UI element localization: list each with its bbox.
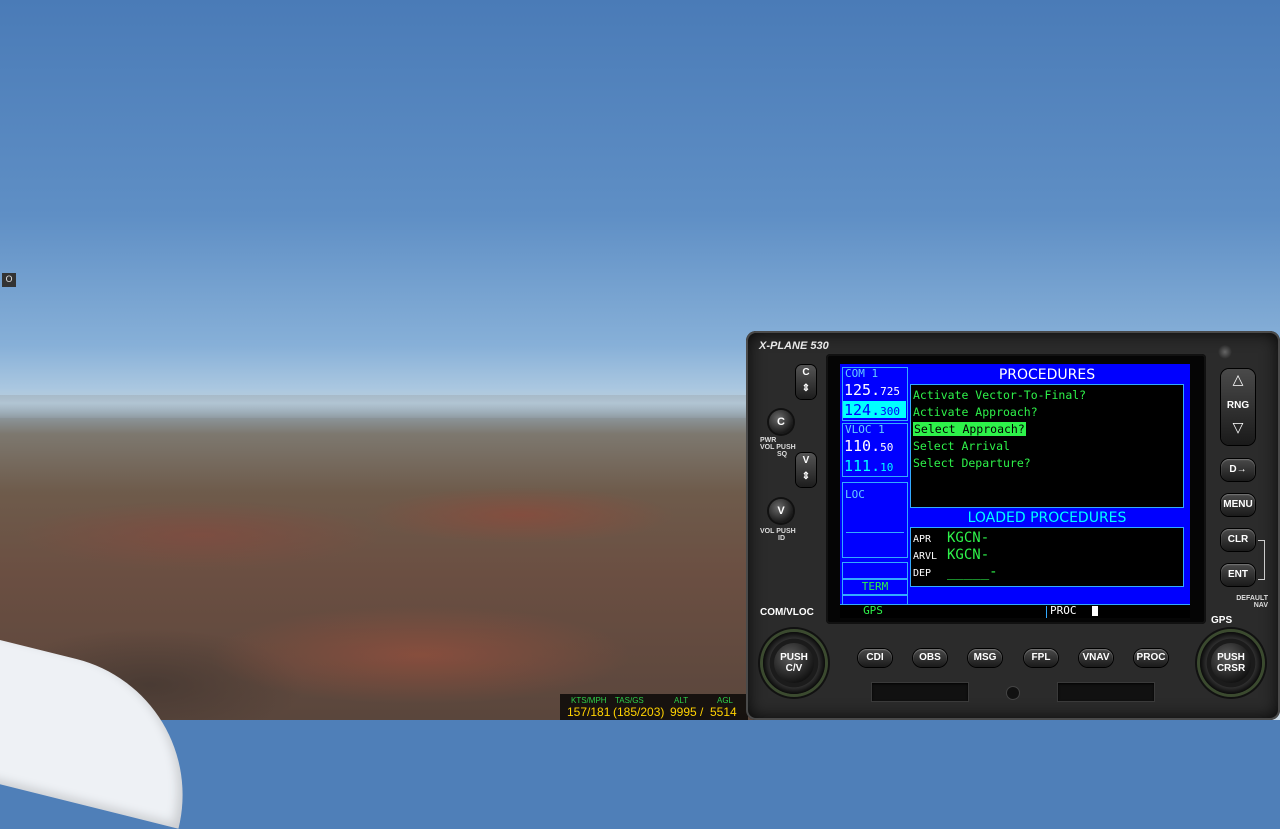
gps-brand-label: X-PLANE 530: [759, 340, 829, 352]
range-down-icon[interactable]: ▽: [1221, 419, 1255, 436]
push-cv-knob[interactable]: PUSH C/V: [774, 643, 814, 683]
hud-label-agl: AGL: [717, 696, 734, 705]
hud-label-alt: ALT: [674, 696, 689, 705]
vloc-v-label: V: [802, 455, 810, 466]
menu-button[interactable]: MENU: [1221, 494, 1255, 516]
apr-label: APR: [913, 534, 932, 545]
side-panel-toggle[interactable]: O: [2, 273, 16, 287]
clr-default-nav-bracket: [1258, 540, 1265, 580]
gps-display: COM 1 125.725 124.300 VLOC 1 110.50 111.…: [840, 364, 1190, 618]
id-label: ID: [778, 535, 785, 542]
ent-button[interactable]: ENT: [1221, 564, 1255, 586]
card-slot-right: [1058, 683, 1154, 701]
com-standby-frequency[interactable]: 124.300: [844, 401, 900, 419]
com-flip-flop-button[interactable]: C ⇕: [796, 365, 816, 399]
com-vloc-label: COM/VLOC: [760, 607, 814, 618]
vloc-flip-flop-button[interactable]: V ⇕: [796, 453, 816, 487]
hud-speed: 157/181: [567, 705, 611, 719]
obs-button[interactable]: OBS: [913, 649, 947, 667]
swap-arrows-icon: ⇕: [801, 383, 811, 394]
proc-item-select-departure[interactable]: Select Departure?: [913, 456, 1031, 470]
com-c-label: C: [802, 367, 810, 378]
proc-button[interactable]: PROC: [1134, 649, 1168, 667]
hud-agl: 5514: [710, 705, 737, 719]
proc-item-activate-approach[interactable]: Activate Approach?: [913, 405, 1038, 419]
left-large-knob[interactable]: PUSH C/V: [763, 632, 825, 694]
proc-item-select-approach[interactable]: Select Approach?: [913, 422, 1026, 436]
vnav-button[interactable]: VNAV: [1079, 649, 1113, 667]
sq-label: SQ: [777, 451, 788, 458]
vloc-volume-knob[interactable]: V: [769, 499, 793, 523]
procedures-list: Activate Vector-To-Final? Activate Appro…: [910, 384, 1184, 508]
horizon-haze: [0, 388, 760, 418]
range-rocker[interactable]: △ RNG ▽: [1221, 369, 1255, 445]
pwr-vol-push-sq-label: PWR VOL PUSH SQ: [760, 437, 796, 458]
panel-screw: [1007, 687, 1019, 699]
vloc-volume-v-label: V: [777, 505, 785, 517]
loaded-procedures-list: APR KGCN- ARVL KGCN- DEP _____-: [910, 527, 1184, 587]
direct-to-button[interactable]: D→: [1221, 459, 1255, 481]
com-volume-knob[interactable]: C: [769, 410, 793, 434]
gps-knob-label: GPS: [1211, 615, 1233, 626]
msg-button[interactable]: MSG: [968, 649, 1002, 667]
hud-tas-gs: (185/203): [613, 705, 665, 719]
pwr-label: PWR: [760, 437, 777, 444]
com-active-frequency: 125.725: [844, 381, 900, 399]
fpl-button[interactable]: FPL: [1024, 649, 1058, 667]
cdi-scale-line: [846, 532, 904, 533]
push-crsr-knob[interactable]: PUSH CRSR: [1211, 643, 1251, 683]
screen-bezel: COM 1 125.725 124.300 VLOC 1 110.50 111.…: [826, 354, 1206, 624]
cdi-button[interactable]: CDI: [858, 649, 892, 667]
cdi-mode-label: LOC: [845, 488, 865, 501]
arvl-value: KGCN-: [947, 547, 990, 563]
dep-value: _____-: [947, 564, 998, 580]
photocell-sensor: [1218, 345, 1232, 359]
proc-item-vector-to-final[interactable]: Activate Vector-To-Final?: [913, 388, 1086, 402]
default-nav-label: DEFAULT NAV: [1236, 595, 1268, 609]
vol-label: VOL: [760, 444, 775, 451]
arvl-label: ARVL: [913, 551, 938, 562]
apr-value: KGCN-: [947, 530, 990, 546]
vloc-standby-frequency[interactable]: 111.10: [844, 457, 893, 475]
dep-label: DEP: [913, 568, 932, 579]
procedures-title: PROCEDURES: [998, 367, 1096, 383]
rng-label: RNG: [1226, 400, 1250, 411]
hud-label-tas: TAS/GS: [615, 696, 644, 705]
range-up-icon[interactable]: △: [1221, 371, 1255, 388]
push2-label: PUSH: [776, 528, 796, 535]
push-label: PUSH: [776, 444, 796, 451]
terrain-canyon: [0, 395, 760, 720]
term-label: TERM: [861, 580, 889, 593]
vloc-label: VLOC 1: [845, 423, 885, 436]
vloc-active-frequency: 110.50: [844, 437, 894, 455]
gps-530-panel: X-PLANE 530 C ⇕ C PWR VOL PUSH SQ V ⇕ V VO…: [746, 331, 1280, 720]
swap-arrows-icon: ⇕: [801, 471, 811, 482]
loaded-procedures-title: LOADED PROCEDURES: [967, 510, 1127, 526]
hud-altitude: 9995 /: [670, 705, 704, 719]
flight-data-readout: KTS/MPH TAS/GS ALT AGL 157/181 (185/203)…: [560, 694, 748, 720]
card-slot-left: [872, 683, 968, 701]
page-group-label: PROC: [1050, 604, 1077, 617]
page-indicator: [1092, 606, 1098, 616]
clr-button[interactable]: CLR: [1221, 529, 1255, 551]
status-separator: [1046, 606, 1047, 618]
right-large-knob[interactable]: PUSH CRSR: [1200, 632, 1262, 694]
vol2-label: VOL: [760, 528, 775, 535]
com-label: COM 1: [845, 367, 879, 380]
vol-push-id-label: VOL PUSH ID: [760, 528, 796, 542]
com-volume-c-label: C: [777, 416, 785, 428]
proc-item-select-arrival[interactable]: Select Arrival: [913, 439, 1010, 453]
hud-label-kts: KTS/MPH: [571, 696, 607, 705]
nav-mode-gps: GPS: [863, 604, 883, 617]
